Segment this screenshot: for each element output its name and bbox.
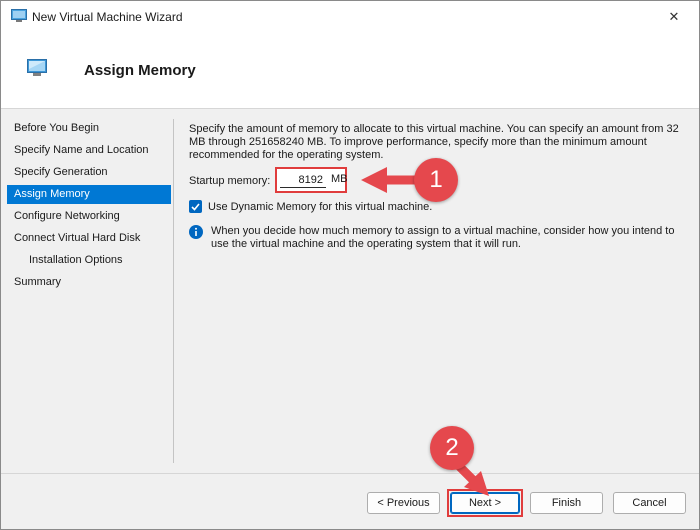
- sidebar-item-before-you-begin[interactable]: Before You Begin: [7, 119, 171, 138]
- check-icon: [191, 202, 200, 211]
- page-title: Assign Memory: [84, 62, 196, 79]
- window-title: New Virtual Machine Wizard: [32, 10, 183, 24]
- dynamic-memory-label[interactable]: Use Dynamic Memory for this virtual mach…: [208, 201, 432, 213]
- memory-description: Specify the amount of memory to allocate…: [189, 123, 679, 161]
- sidebar-divider: [173, 119, 174, 463]
- memory-info-note: When you decide how much memory to assig…: [189, 225, 689, 251]
- sidebar-item-configure-networking[interactable]: Configure Networking: [7, 207, 171, 226]
- info-icon: [189, 225, 203, 239]
- close-button[interactable]: ✕: [657, 5, 691, 29]
- main-content: Specify the amount of memory to allocate…: [189, 123, 689, 250]
- finish-button[interactable]: Finish: [530, 492, 603, 514]
- footer-divider: [1, 473, 699, 474]
- close-icon: ✕: [668, 9, 680, 24]
- monitor-icon: [27, 59, 47, 77]
- sidebar-item-specify-generation[interactable]: Specify Generation: [7, 163, 171, 182]
- dynamic-memory-row: Use Dynamic Memory for this virtual mach…: [189, 200, 432, 213]
- previous-button[interactable]: < Previous: [367, 492, 440, 514]
- cancel-button[interactable]: Cancel: [613, 492, 686, 514]
- dynamic-memory-checkbox[interactable]: [189, 200, 202, 213]
- startup-memory-row: Startup memory: MB: [189, 167, 348, 193]
- arrow-1-icon: [361, 167, 421, 193]
- annotation-callout-1: 1: [414, 158, 458, 202]
- startup-memory-unit: MB: [331, 173, 348, 185]
- wizard-window: New Virtual Machine Wizard ✕ Assign Memo…: [0, 0, 700, 530]
- sidebar-item-summary[interactable]: Summary: [7, 273, 171, 292]
- monitor-icon: [11, 9, 27, 23]
- next-button[interactable]: Next >: [450, 492, 520, 514]
- wizard-step-list: Before You Begin Specify Name and Locati…: [1, 110, 172, 463]
- sidebar-item-assign-memory[interactable]: Assign Memory: [7, 185, 171, 204]
- title-bar: New Virtual Machine Wizard ✕: [1, 1, 699, 33]
- sidebar-item-specify-name-and-location[interactable]: Specify Name and Location: [7, 141, 171, 160]
- sidebar-item-installation-options[interactable]: Installation Options: [7, 251, 171, 270]
- memory-info-text: When you decide how much memory to assig…: [211, 225, 675, 250]
- page-header: Assign Memory: [1, 33, 699, 109]
- startup-memory-label: Startup memory:: [189, 175, 271, 187]
- startup-memory-input[interactable]: [280, 172, 326, 188]
- sidebar-item-connect-virtual-hard-disk[interactable]: Connect Virtual Hard Disk: [7, 229, 171, 248]
- annotation-callout-2: 2: [430, 426, 474, 470]
- startup-memory-highlight: MB: [275, 167, 348, 193]
